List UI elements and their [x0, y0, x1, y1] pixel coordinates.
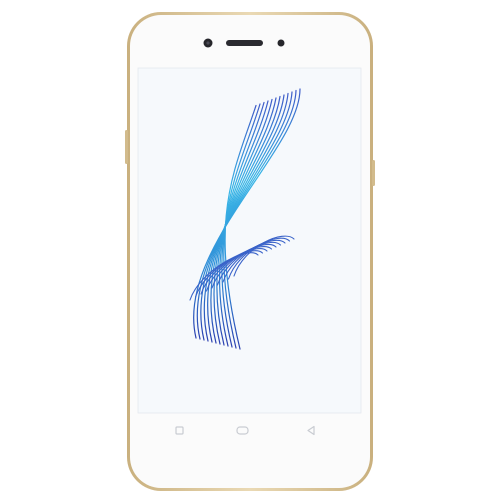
- product-photo: [0, 0, 500, 500]
- smartphone: [125, 12, 375, 491]
- sensor-icon: [277, 39, 285, 47]
- speaker-icon: [226, 40, 263, 46]
- power-button: [372, 160, 375, 186]
- screen: [137, 67, 362, 414]
- volume-button: [125, 130, 128, 164]
